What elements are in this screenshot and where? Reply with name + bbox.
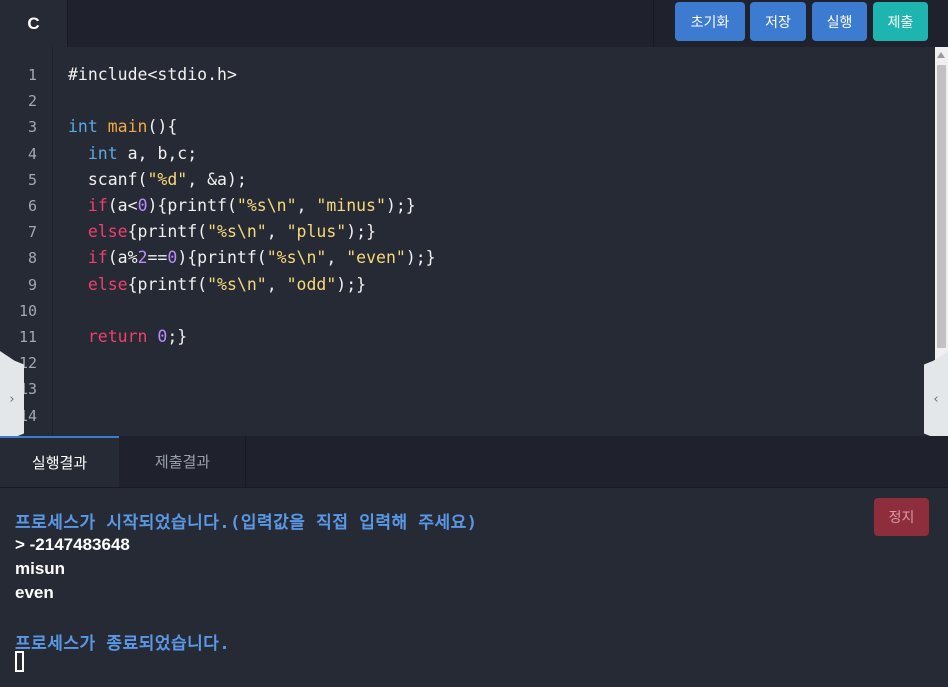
line-number: 3 — [27, 118, 37, 136]
language-tab[interactable]: C — [0, 0, 68, 47]
line-number: 8 — [27, 249, 37, 267]
code-line: if(a<0){printf("%s\n", "minus");} — [87, 195, 416, 215]
line-number: 2 — [27, 92, 37, 110]
code-line: int a, b,c; — [87, 143, 198, 163]
code-content[interactable]: #include<stdio.h> int main(){ int a, b,c… — [68, 62, 436, 350]
run-button[interactable]: 실행 — [812, 2, 867, 41]
code-line: else{printf("%s\n", "odd");} — [87, 274, 367, 294]
right-panel-toggle[interactable]: ‹ — [924, 351, 948, 447]
line-number: 9 — [27, 276, 37, 294]
console-output-line: even — [15, 583, 54, 602]
process-start-message: 프로세스가 시작되었습니다.(입력값을 직접 입력해 주세요) — [15, 513, 478, 533]
editor-toolbar: C 초기화 저장 실행 제출 — [0, 0, 948, 47]
save-button[interactable]: 저장 — [750, 2, 806, 41]
code-line: int main(){ — [68, 117, 178, 137]
scroll-thumb[interactable] — [937, 65, 946, 348]
line-number: 1 — [27, 66, 37, 84]
code-line: #include<stdio.h> — [68, 65, 237, 84]
left-panel-toggle[interactable]: › — [0, 351, 24, 447]
line-number: 5 — [27, 171, 37, 189]
tab-submit-result[interactable]: 제출결과 — [120, 436, 246, 487]
code-line: else{printf("%s\n", "plus");} — [87, 222, 377, 242]
chevron-right-icon: › — [9, 391, 15, 407]
reset-button[interactable]: 초기화 — [675, 2, 745, 41]
tab-run-result[interactable]: 실행결과 — [0, 436, 119, 487]
result-tabs: 실행결과 제출결과 — [0, 436, 948, 488]
console-cursor[interactable] — [15, 651, 24, 672]
chevron-left-icon: ‹ — [933, 391, 939, 407]
process-end-message: 프로세스가 종료되었습니다. — [15, 634, 231, 654]
code-line: scanf("%d", &a); — [68, 169, 247, 189]
action-button-group: 초기화 저장 실행 제출 — [653, 0, 948, 47]
console-output-line: misun — [15, 559, 66, 578]
stop-button[interactable]: 정지 — [874, 498, 929, 536]
console-input-line: > -2147483648 — [15, 535, 130, 554]
code-line: if(a%2==0){printf("%s\n", "even");} — [87, 248, 436, 268]
line-number: 11 — [18, 328, 37, 346]
code-line: return 0;} — [87, 326, 188, 346]
line-number: 10 — [18, 302, 37, 320]
submit-button[interactable]: 제출 — [873, 2, 928, 41]
line-number: 7 — [27, 223, 37, 241]
line-number: 4 — [27, 145, 37, 163]
scroll-up-arrow-icon[interactable] — [937, 52, 945, 58]
console-output[interactable]: 정지 프로세스가 시작되었습니다.(입력값을 직접 입력해 주세요) > -21… — [0, 488, 948, 687]
code-editor[interactable]: 1 2 3 4 5 6 7 8 9 10 11 12 13 14 #includ… — [0, 47, 935, 436]
line-number: 6 — [27, 197, 37, 215]
